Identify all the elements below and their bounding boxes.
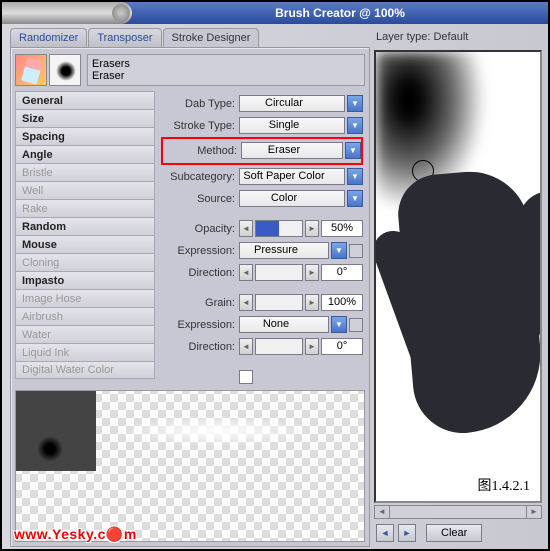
direction1-inc-icon[interactable]: ► (305, 264, 319, 281)
expression1-dropdown-icon[interactable]: ▼ (331, 242, 347, 259)
cat-angle[interactable]: Angle (15, 145, 155, 163)
expression2-combo[interactable]: None (239, 316, 329, 333)
window-body: Randomizer Transposer Stroke Designer Er… (2, 24, 548, 549)
cat-airbrush[interactable]: Airbrush (15, 307, 155, 325)
cat-rake[interactable]: Rake (15, 199, 155, 217)
figure-label: 图1.4.2.1 (478, 475, 531, 495)
cat-bristle[interactable]: Bristle (15, 163, 155, 181)
grain-inc-icon[interactable]: ► (305, 294, 319, 311)
expression2-dropdown-icon[interactable]: ▼ (331, 316, 347, 333)
zipper-handle[interactable] (2, 2, 132, 24)
brush-category-icon[interactable] (15, 54, 47, 86)
right-footer: ◄ ► Clear (374, 519, 542, 547)
dab-type-combo[interactable]: Circular (239, 95, 345, 112)
cat-general[interactable]: General (15, 91, 155, 109)
cat-size[interactable]: Size (15, 109, 155, 127)
window-title: Brush Creator @ 100% (132, 6, 548, 20)
cat-image-hose[interactable]: Image Hose (15, 289, 155, 307)
direction2-dec-icon[interactable]: ◄ (239, 338, 253, 355)
stroke-type-dropdown-icon[interactable]: ▼ (347, 117, 363, 134)
cat-random[interactable]: Random (15, 217, 155, 235)
opacity-slider[interactable] (255, 220, 303, 237)
canvas-scrollbar[interactable] (374, 505, 542, 519)
tab-stroke-designer[interactable]: Stroke Designer (163, 28, 260, 47)
tab-bar: Randomizer Transposer Stroke Designer (10, 28, 370, 47)
layer-type-value: Default (433, 31, 468, 43)
brush-label-box: Erasers Eraser (87, 54, 365, 86)
method-label: Method: (163, 145, 241, 157)
method-combo[interactable]: Eraser (241, 142, 343, 159)
cat-liquid-ink[interactable]: Liquid Ink (15, 343, 155, 361)
source-combo[interactable]: Color (239, 190, 345, 207)
cat-water[interactable]: Water (15, 325, 155, 343)
stroke-type-combo[interactable]: Single (239, 117, 345, 134)
direction1-value[interactable]: 0° (321, 264, 363, 281)
tab-transposer[interactable]: Transposer (88, 28, 161, 47)
category-list: General Size Spacing Angle Bristle Well … (15, 91, 155, 390)
cat-impasto[interactable]: Impasto (15, 271, 155, 289)
subcategory-label: Subcategory: (161, 171, 239, 183)
source-dropdown-icon[interactable]: ▼ (347, 190, 363, 207)
brush-variant-icon[interactable] (49, 54, 81, 86)
nav-next-icon[interactable]: ► (398, 524, 416, 542)
source-label: Source: (161, 193, 239, 205)
stroke-preview (15, 390, 365, 542)
expression2-link-icon[interactable] (349, 318, 363, 332)
grain-dec-icon[interactable]: ◄ (239, 294, 253, 311)
canvas-smudge-2 (395, 167, 542, 437)
opacity-value[interactable]: 50% (321, 220, 363, 237)
cat-cloning[interactable]: Cloning (15, 253, 155, 271)
dab-type-label: Dab Type: (161, 98, 239, 110)
method-dropdown-icon[interactable]: ▼ (345, 142, 361, 159)
direction1-slider[interactable] (255, 264, 303, 281)
cat-digital-water[interactable]: Digital Water Color (15, 361, 155, 379)
subcategory-combo[interactable]: Soft Paper Color (239, 168, 345, 185)
preview-stroke (76, 409, 356, 453)
grain-value[interactable]: 100% (321, 294, 363, 311)
title-bar: Brush Creator @ 100% (2, 2, 548, 24)
stroke-type-label: Stroke Type: (161, 120, 239, 132)
cat-mouse[interactable]: Mouse (15, 235, 155, 253)
main-row: General Size Spacing Angle Bristle Well … (15, 91, 365, 390)
dab-type-dropdown-icon[interactable]: ▼ (347, 95, 363, 112)
brush-category-label: Erasers (92, 58, 360, 70)
direction1-label: Direction: (161, 267, 239, 279)
clear-button[interactable]: Clear (426, 524, 482, 542)
stroke-designer-panel: Erasers Eraser General Size Spacing Angl… (10, 47, 370, 547)
method-highlight: Method:Eraser▼ (161, 137, 363, 165)
properties-pane: Dab Type:Circular▼ Stroke Type:Single▼ M… (159, 91, 365, 390)
direction2-slider[interactable] (255, 338, 303, 355)
tab-randomizer[interactable]: Randomizer (10, 28, 87, 47)
direction2-label: Direction: (161, 341, 239, 353)
direction2-inc-icon[interactable]: ► (305, 338, 319, 355)
watermark: www.Yesky.c🔴m (14, 526, 137, 543)
opacity-inc-icon[interactable]: ► (305, 220, 319, 237)
grain-slider[interactable] (255, 294, 303, 311)
expression1-label: Expression: (161, 245, 239, 257)
expression1-combo[interactable]: Pressure (239, 242, 329, 259)
cat-well[interactable]: Well (15, 181, 155, 199)
opacity-dec-icon[interactable]: ◄ (239, 220, 253, 237)
expression2-label: Expression: (161, 319, 239, 331)
brush-selector-row: Erasers Eraser (15, 52, 365, 88)
direction1-dec-icon[interactable]: ◄ (239, 264, 253, 281)
layer-type-row: Layer type: Default (374, 28, 542, 50)
layer-type-label: Layer type: (376, 31, 430, 43)
right-panel: Layer type: Default 图1.4.2.1 ◄ ► Clear (372, 24, 548, 549)
opacity-label: Opacity: (161, 223, 239, 235)
nav-prev-icon[interactable]: ◄ (376, 524, 394, 542)
boost-checkbox[interactable] (239, 370, 253, 384)
grain-label: Grain: (161, 297, 239, 309)
direction2-value[interactable]: 0° (321, 338, 363, 355)
cat-spacing[interactable]: Spacing (15, 127, 155, 145)
expression1-link-icon[interactable] (349, 244, 363, 258)
subcategory-dropdown-icon[interactable]: ▼ (347, 168, 363, 185)
brush-variant-label: Eraser (92, 70, 360, 82)
left-panel: Randomizer Transposer Stroke Designer Er… (2, 24, 372, 549)
test-canvas[interactable]: 图1.4.2.1 (374, 50, 542, 503)
